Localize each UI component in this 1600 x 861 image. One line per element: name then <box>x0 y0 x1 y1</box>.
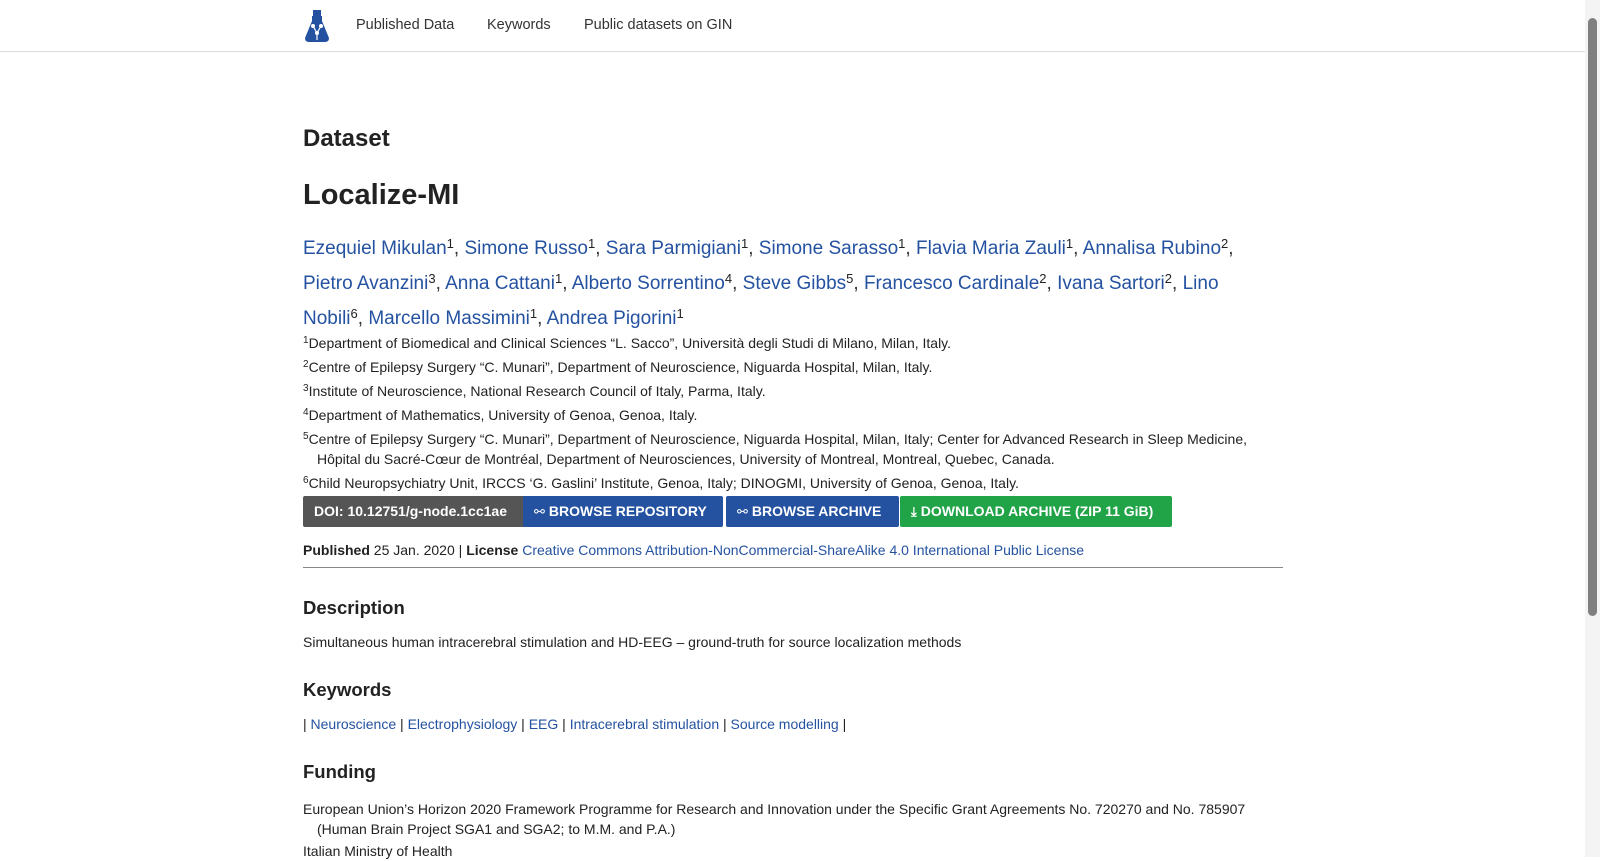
funding-item: European Union’s Horizon 2020 Framework … <box>303 801 1246 837</box>
published-label: Published <box>303 542 370 558</box>
author-link[interactable]: Andrea Pigorini <box>547 308 677 329</box>
doi-button[interactable]: DOI: 10.12751/g-node.1cc1ae <box>303 496 537 527</box>
keyword-link[interactable]: Intracerebral stimulation <box>570 716 719 732</box>
description-text: Simultaneous human intracerebral stimula… <box>303 634 962 650</box>
link-icon: ⚯ <box>737 504 748 519</box>
author-affiliation-number: 5 <box>846 271 854 286</box>
keywords-heading: Keywords <box>303 679 392 700</box>
author-affiliation-number: 6 <box>350 306 358 321</box>
license-label: License <box>466 542 519 558</box>
description-heading: Description <box>303 597 405 618</box>
published-date: 25 Jan. 2020 <box>373 542 455 558</box>
affiliation-text: Institute of Neuroscience, National Rese… <box>308 383 766 399</box>
top-navbar: Published Data Keywords Public datasets … <box>0 0 1585 52</box>
author-affiliation-number: 1 <box>898 236 906 251</box>
gnode-logo-icon[interactable] <box>304 10 330 42</box>
download-icon: ⤓ <box>911 504 917 519</box>
author-affiliation-number: 3 <box>428 271 436 286</box>
author-affiliation-number: 1 <box>1065 236 1074 251</box>
funding-heading: Funding <box>303 761 376 782</box>
author-affiliation-number: 2 <box>1039 271 1047 286</box>
author-affiliation-number: 4 <box>724 271 733 286</box>
author-affiliation-number: 2 <box>1164 271 1173 286</box>
author-link[interactable]: Anna Cattani <box>445 273 555 294</box>
affiliation-item: 1Department of Biomedical and Clinical S… <box>303 331 1283 353</box>
pubinfo-separator: | <box>458 542 463 558</box>
divider <box>303 567 1283 568</box>
download-archive-label: DOWNLOAD ARCHIVE (ZIP 11 GiB) <box>920 503 1154 519</box>
license-link[interactable]: Creative Commons Attribution-NonCommerci… <box>522 542 1084 558</box>
author-link[interactable]: Ezequiel Mikulan <box>303 238 447 259</box>
affiliation-item: 3Institute of Neuroscience, National Res… <box>303 379 1283 401</box>
browse-repository-button[interactable]: ⚯ BROWSE REPOSITORY <box>523 496 723 527</box>
keyword-link[interactable]: EEG <box>529 716 559 732</box>
download-archive-button[interactable]: ⤓ DOWNLOAD ARCHIVE (ZIP 11 GiB) <box>900 496 1172 527</box>
author-link[interactable]: Alberto Sorrentino <box>572 273 725 294</box>
author-link[interactable]: Flavia Maria Zauli <box>916 238 1066 259</box>
author-affiliation-number: 1 <box>554 271 563 286</box>
nav-published-data[interactable]: Published Data <box>356 17 454 33</box>
keyword-list: | Neuroscience | Electrophysiology | EEG… <box>303 716 847 732</box>
author-affiliation-number: 1 <box>740 236 749 251</box>
funding-item: Italian Ministry of Health <box>303 843 453 859</box>
author-list: Ezequiel Mikulan1, Simone Russo1, Sara P… <box>303 236 1234 329</box>
affiliation-item: 5Centre of Epilepsy Surgery “C. Munari”,… <box>303 427 1283 469</box>
author-link[interactable]: Marcello Massimini <box>368 308 530 329</box>
author-link[interactable]: Steve Gibbs <box>743 273 847 294</box>
vertical-scrollbar[interactable] <box>1585 0 1600 857</box>
dataset-title: Localize-MI <box>303 179 460 211</box>
affiliation-text: Child Neuropsychiatry Unit, IRCCS ‘G. Ga… <box>308 475 1019 491</box>
affiliation-list: 1Department of Biomedical and Clinical S… <box>303 331 1283 495</box>
affiliation-text: Department of Biomedical and Clinical Sc… <box>308 335 952 351</box>
author-affiliation-number: 1 <box>529 306 538 321</box>
affiliation-text: Centre of Epilepsy Surgery “C. Munari”, … <box>308 359 933 375</box>
nav-keywords[interactable]: Keywords <box>487 17 551 33</box>
affiliation-text: Department of Mathematics, University of… <box>308 407 698 423</box>
author-link[interactable]: Francesco Cardinale <box>864 273 1039 294</box>
affiliation-item: 2Centre of Epilepsy Surgery “C. Munari”,… <box>303 355 1283 377</box>
author-affiliation-number: 1 <box>676 306 684 321</box>
browse-archive-label: BROWSE ARCHIVE <box>751 503 882 519</box>
keyword-link[interactable]: Electrophysiology <box>408 716 518 732</box>
publication-info: Published 25 Jan. 2020 | License Creativ… <box>303 542 1283 558</box>
author-link[interactable]: Pietro Avanzini <box>303 273 428 294</box>
scrollbar-thumb[interactable] <box>1588 18 1597 616</box>
keyword-link[interactable]: Neuroscience <box>311 716 397 732</box>
author-link[interactable]: Simone Sarasso <box>759 238 898 259</box>
author-link[interactable]: Ivana Sartori <box>1057 273 1165 294</box>
affiliation-text: Centre of Epilepsy Surgery “C. Munari”, … <box>308 431 1247 467</box>
browse-repository-label: BROWSE REPOSITORY <box>548 503 707 519</box>
author-link[interactable]: Simone Russo <box>464 238 588 259</box>
author-link[interactable]: Annalisa Rubino <box>1083 238 1221 259</box>
author-affiliation-number: 1 <box>588 236 596 251</box>
author-link[interactable]: Sara Parmigiani <box>606 238 741 259</box>
section-heading: Dataset <box>303 125 390 152</box>
nav-public-datasets-gin[interactable]: Public datasets on GIN <box>584 17 732 33</box>
author-affiliation-number: 2 <box>1221 236 1229 251</box>
doi-label: DOI: 10.12751/g-node.1cc1ae <box>314 503 507 519</box>
affiliation-item: 6Child Neuropsychiatry Unit, IRCCS ‘G. G… <box>303 471 1283 493</box>
affiliation-item: 4Department of Mathematics, University o… <box>303 403 1283 425</box>
browse-archive-button[interactable]: ⚯ BROWSE ARCHIVE <box>726 496 899 527</box>
keyword-link[interactable]: Source modelling <box>731 716 839 732</box>
author-affiliation-number: 1 <box>446 236 454 251</box>
link-icon: ⚯ <box>534 504 545 519</box>
